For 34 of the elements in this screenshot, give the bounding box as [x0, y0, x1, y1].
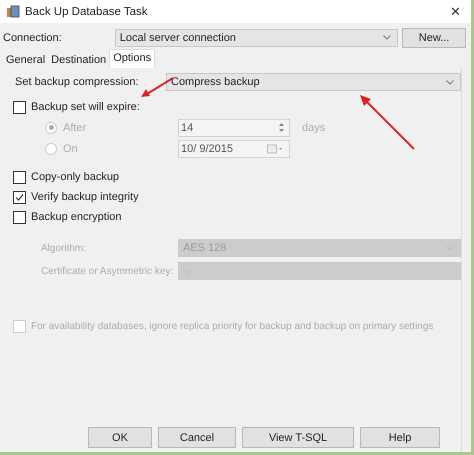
unit-label: days	[302, 122, 326, 134]
field-label: Certificate or Asymmetric key:	[40, 266, 174, 276]
checkbox[interactable]	[13, 100, 26, 114]
dialog-button[interactable]: View T-SQL	[242, 427, 354, 448]
tab[interactable]: Destination	[48, 52, 110, 68]
connection-label: Connection:	[3, 32, 63, 44]
checkbox-label: Backup set will expire:	[31, 101, 140, 113]
checkbox-label: Copy-only backup	[31, 171, 120, 183]
calendar-dropdown-icon	[267, 144, 285, 154]
connection-dropdown[interactable]: Local server connection	[114, 28, 398, 46]
field-label: Algorithm:	[40, 242, 88, 254]
chevron-icon	[446, 80, 454, 84]
chevron-icon	[383, 35, 392, 40]
checkbox[interactable]	[13, 170, 26, 184]
checkbox[interactable]	[13, 210, 26, 224]
checkbox-label: For availability databases, ignore replica priority for backup and backup on primary settings	[31, 320, 434, 332]
tab[interactable]: Options	[109, 49, 156, 68]
annotation-arrow-drawing	[358, 93, 416, 151]
spin-arrows-icon	[278, 122, 285, 133]
dialog-button[interactable]: Help	[360, 427, 440, 448]
checkbox[interactable]	[13, 190, 26, 204]
checkbox-label: Verify backup integrity	[31, 191, 139, 203]
checkbox-label: Backup encryption	[31, 211, 122, 223]
radio-label: On	[63, 142, 78, 154]
database-icon	[6, 4, 20, 18]
dialog-button[interactable]: Cancel	[158, 427, 236, 448]
new-button[interactable]: New...	[402, 28, 466, 48]
dialog-button[interactable]: OK	[88, 427, 152, 448]
tab[interactable]: General	[3, 52, 48, 68]
close-button[interactable]: ✕	[446, 4, 465, 19]
compression-dropdown[interactable]: Compress backup	[166, 73, 461, 91]
compression-label: Set backup compression:	[14, 76, 140, 88]
radio-label: After	[63, 122, 86, 134]
window-title: Back Up Database Task	[25, 6, 149, 18]
